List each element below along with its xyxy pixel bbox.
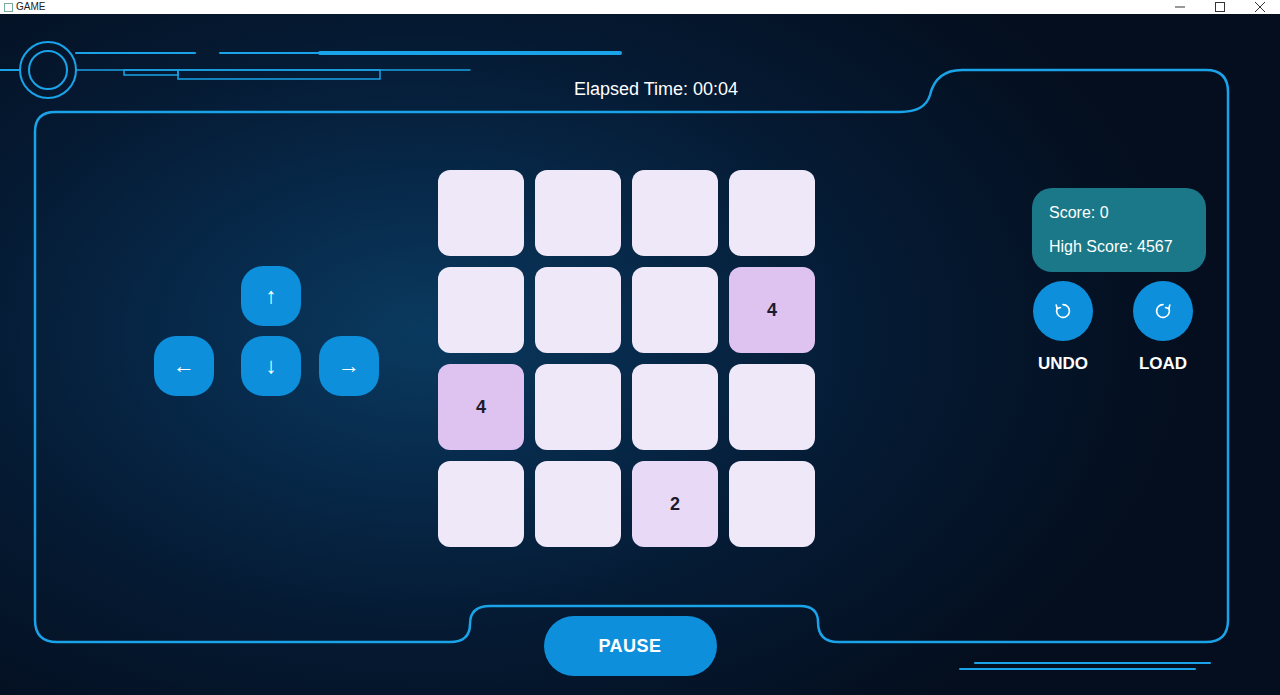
board-tile: [438, 461, 524, 547]
action-button[interactable]: [1133, 281, 1193, 341]
tile-value: 4: [767, 297, 777, 324]
board-tile: [632, 170, 718, 256]
elapsed-time: Elapsed Time: 00:04: [574, 79, 738, 99]
action-label: UNDO: [1038, 353, 1088, 375]
board-tile: [729, 364, 815, 450]
action-button[interactable]: [1033, 281, 1093, 341]
action-group: LOAD: [1132, 281, 1194, 375]
close-icon[interactable]: [1254, 1, 1266, 13]
redo-arrow-icon: [1152, 300, 1174, 322]
board-tile: 4: [729, 267, 815, 353]
board-tile: [729, 461, 815, 547]
score-card: Score: 0 High Score: 4567: [1032, 188, 1206, 272]
arrow-pad: ↑ ← ↓ →: [154, 266, 438, 396]
board-tile: [632, 267, 718, 353]
window-title: GAME: [16, 0, 45, 14]
undo-arrow-icon: [1052, 300, 1074, 322]
minimize-icon[interactable]: [1174, 1, 1186, 13]
board-tile: [535, 364, 621, 450]
pause-button[interactable]: PAUSE: [544, 616, 717, 676]
arrow-button[interactable]: ↓: [241, 336, 301, 396]
timer-bar: Elapsed Time: 00:04: [0, 77, 1280, 101]
high-score-text: High Score: 4567: [1049, 230, 1196, 264]
arrow-button[interactable]: ←: [154, 336, 214, 396]
board-tile: [535, 461, 621, 547]
arrow-button[interactable]: →: [319, 336, 379, 396]
board-tile: 2: [632, 461, 718, 547]
maximize-icon[interactable]: [1214, 1, 1226, 13]
board-tile: [729, 170, 815, 256]
board-tile: [632, 364, 718, 450]
title-bar: GAME: [0, 0, 1280, 14]
board-tile: 4: [438, 364, 524, 450]
board-tile: [535, 170, 621, 256]
game-board: 4 4 2: [438, 170, 815, 547]
board-tile: [438, 267, 524, 353]
arrow-button[interactable]: ↑: [241, 266, 301, 326]
app-icon: [4, 3, 13, 12]
action-label: LOAD: [1139, 353, 1187, 375]
action-group: UNDO: [1032, 281, 1094, 375]
board-tile: [438, 170, 524, 256]
tile-value: 4: [476, 394, 486, 421]
tile-value: 2: [670, 491, 680, 518]
board-tile: [535, 267, 621, 353]
score-text: Score: 0: [1049, 196, 1196, 230]
